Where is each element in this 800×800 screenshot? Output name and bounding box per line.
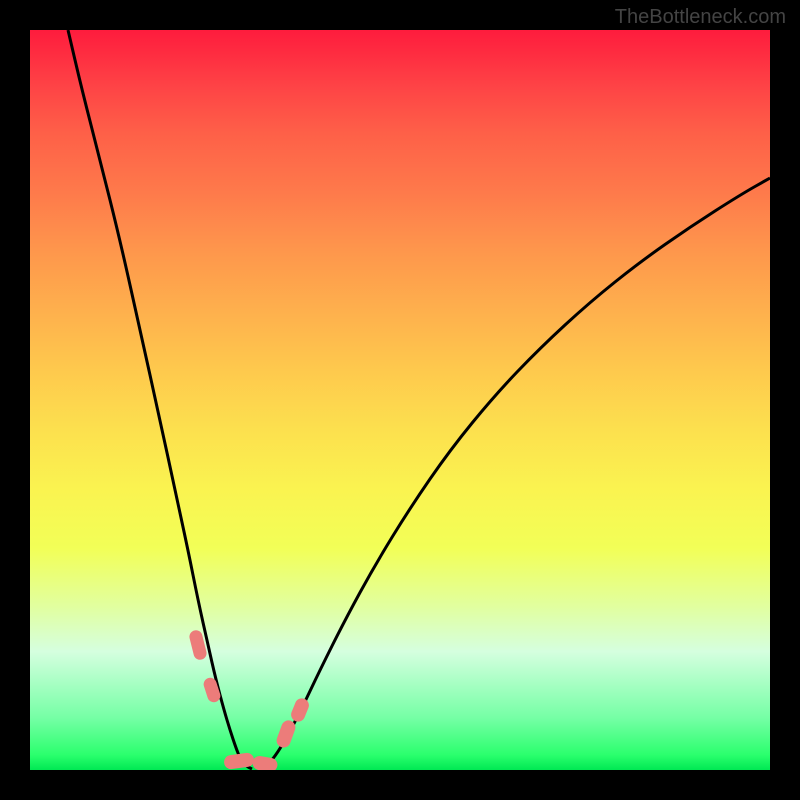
chart-svg bbox=[30, 30, 770, 770]
bottleneck-chart bbox=[30, 30, 770, 770]
left-curve bbox=[68, 30, 252, 769]
marker-point bbox=[289, 696, 311, 723]
watermark-text: TheBottleneck.com bbox=[615, 6, 786, 29]
right-curve bbox=[260, 178, 770, 769]
markers-group bbox=[188, 629, 311, 770]
